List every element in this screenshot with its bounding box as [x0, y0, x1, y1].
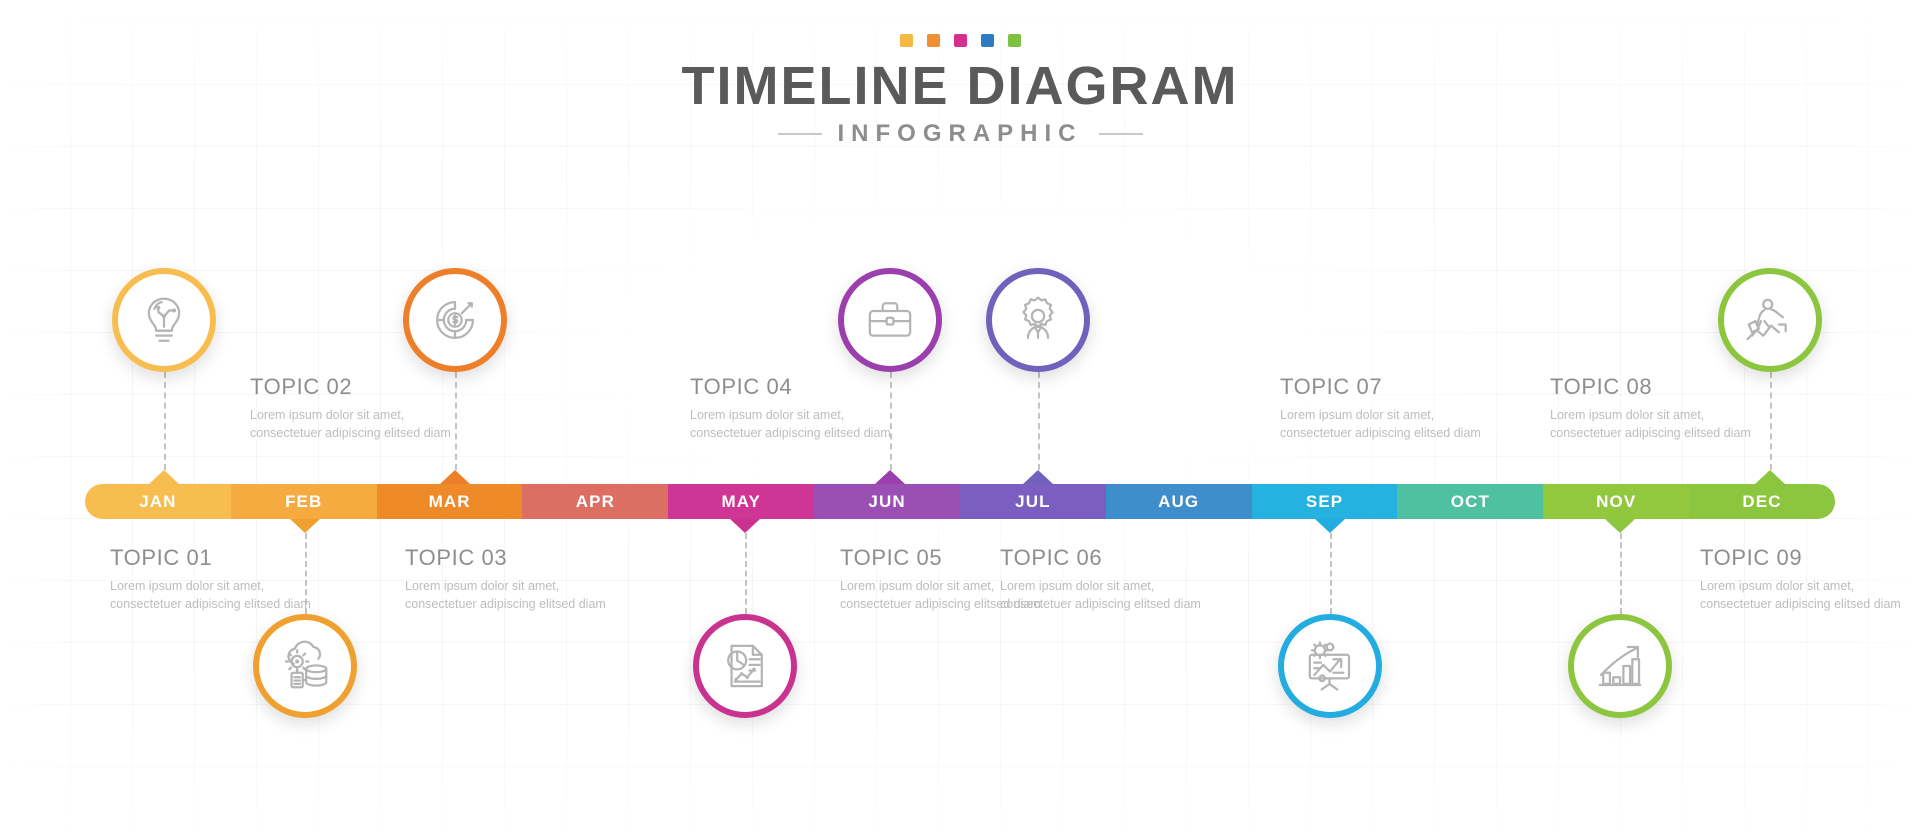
topic-description: Lorem ipsum dolor sit amet, consectetuer…: [250, 408, 451, 441]
topic-description: Lorem ipsum dolor sit amet, consectetuer…: [405, 579, 606, 612]
connector-dashed-line: [1330, 533, 1332, 614]
month-label: JUN: [868, 491, 906, 511]
topic-block-1: TOPIC 01 Lorem ipsum dolor sit amet, cons…: [110, 545, 325, 613]
connector-dashed-line: [1770, 372, 1772, 470]
topic-description: Lorem ipsum dolor sit amet, consectetuer…: [1280, 408, 1481, 441]
briefcase-icon: [862, 292, 918, 348]
page-title: TIMELINE DIAGRAM: [681, 56, 1239, 116]
timeline-node-circle-7[interactable]: [1278, 614, 1382, 718]
timeline-segment-jun[interactable]: JUN: [814, 484, 960, 519]
timeline-node-circle-3[interactable]: [403, 268, 507, 372]
topic-title: TOPIC 02: [250, 374, 353, 399]
timeline-segment-dec[interactable]: DEC: [1689, 484, 1835, 519]
topic-description: Lorem ipsum dolor sit amet, consectetuer…: [690, 408, 891, 441]
month-label: JUL: [1015, 491, 1051, 511]
topic-block-2: TOPIC 02 Lorem ipsum dolor sit amet, cons…: [250, 374, 465, 442]
topic-description: Lorem ipsum dolor sit amet, consectetuer…: [1000, 579, 1201, 612]
dot-orange: [926, 34, 940, 47]
month-label: MAR: [428, 491, 471, 511]
month-label: DEC: [1742, 491, 1782, 511]
connector-dashed-line: [1620, 533, 1622, 614]
topic-description: Lorem ipsum dolor sit amet, consectetuer…: [1700, 579, 1901, 612]
accent-dots: [0, 34, 1920, 47]
month-label: NOV: [1596, 491, 1637, 511]
timeline-bar: JAN FEB MAR APR MAY JUN JUL AUG SEP OCT NOV DEC: [85, 484, 1835, 519]
rule-right-decoration: [1098, 133, 1143, 136]
timeline-segment-feb[interactable]: FEB: [230, 484, 377, 519]
bar-arrow-up: [1023, 470, 1053, 484]
subtitle-row: INFOGRAPHIC: [0, 120, 1920, 148]
timeline-node-circle-9[interactable]: [1718, 268, 1822, 372]
bar-arrow-up: [875, 470, 905, 484]
topic-block-9: TOPIC 09 Lorem ipsum dolor sit amet, cons…: [1700, 545, 1915, 613]
timeline-segment-nov[interactable]: NOV: [1543, 484, 1690, 519]
report-chart-icon: [717, 638, 773, 694]
timeline-segment-aug[interactable]: AUG: [1105, 484, 1252, 519]
topic-block-6: TOPIC 06 Lorem ipsum dolor sit amet, cons…: [1000, 545, 1215, 613]
bar-arrow-up: [440, 470, 470, 484]
lightbulb-idea-icon: [136, 292, 192, 348]
bar-arrow-down: [730, 519, 760, 533]
month-label: SEP: [1305, 491, 1344, 511]
timeline-node-circle-1[interactable]: [112, 268, 216, 372]
money-target-icon: [427, 292, 483, 348]
month-label: JAN: [139, 491, 177, 511]
businessman-growth-icon: [1742, 292, 1798, 348]
topic-description: Lorem ipsum dolor sit amet, consectetuer…: [1550, 408, 1751, 441]
bar-arrow-down: [290, 519, 320, 533]
topic-title: TOPIC 08: [1550, 374, 1653, 399]
connector-dashed-line: [1038, 372, 1040, 470]
topic-title: TOPIC 07: [1280, 374, 1383, 399]
timeline-segment-jul[interactable]: JUL: [959, 484, 1106, 519]
bar-arrow-down: [1315, 519, 1345, 533]
topic-block-3: TOPIC 03 Lorem ipsum dolor sit amet, cons…: [405, 545, 620, 613]
page-subtitle: INFOGRAPHIC: [837, 120, 1083, 148]
dot-yellow: [899, 34, 913, 47]
timeline-segment-sep[interactable]: SEP: [1251, 484, 1398, 519]
timeline-node-circle-5[interactable]: [838, 268, 942, 372]
topic-block-7: TOPIC 07 Lorem ipsum dolor sit amet, cons…: [1280, 374, 1495, 442]
bar-arrow-up: [149, 470, 179, 484]
topic-title: TOPIC 04: [690, 374, 793, 399]
timeline-node-circle-6[interactable]: [986, 268, 1090, 372]
topic-title: TOPIC 01: [110, 545, 213, 570]
timeline-node-circle-2[interactable]: [253, 614, 357, 718]
topic-title: TOPIC 03: [405, 545, 508, 570]
dot-blue: [980, 34, 994, 47]
topic-title: TOPIC 06: [1000, 545, 1103, 570]
connector-dashed-line: [745, 533, 747, 614]
header: TIMELINE DIAGRAM INFOGRAPHIC: [0, 34, 1920, 148]
topic-block-8: TOPIC 08 Lorem ipsum dolor sit amet, cons…: [1550, 374, 1765, 442]
cloud-database-icon: [277, 638, 333, 694]
bar-chart-growth-icon: [1592, 638, 1648, 694]
month-label: MAY: [721, 491, 761, 511]
timeline-segment-mar[interactable]: MAR: [376, 484, 523, 519]
topic-block-4: TOPIC 04 Lorem ipsum dolor sit amet, cons…: [690, 374, 905, 442]
bar-arrow-up: [1755, 470, 1785, 484]
timeline-segment-may[interactable]: MAY: [668, 484, 815, 519]
rule-left-decoration: [777, 133, 822, 136]
month-label: APR: [575, 491, 615, 511]
infographic-canvas: TIMELINE DIAGRAM INFOGRAPHIC JAN FEB MAR AP…: [0, 0, 1920, 840]
month-label: AUG: [1158, 491, 1200, 511]
timeline-segment-oct[interactable]: OCT: [1397, 484, 1544, 519]
connector-dashed-line: [164, 372, 166, 470]
presentation-growth-icon: [1302, 638, 1358, 694]
month-label: OCT: [1450, 491, 1490, 511]
timeline-node-circle-8[interactable]: [1568, 614, 1672, 718]
person-gear-icon: [1010, 292, 1066, 348]
bar-arrow-down: [1605, 519, 1635, 533]
topic-description: Lorem ipsum dolor sit amet, consectetuer…: [110, 579, 311, 612]
month-label: FEB: [285, 491, 323, 511]
timeline-segment-apr[interactable]: APR: [522, 484, 669, 519]
timeline-node-circle-4[interactable]: [693, 614, 797, 718]
dot-magenta: [953, 34, 967, 47]
topic-title: TOPIC 09: [1700, 545, 1803, 570]
dot-green: [1007, 34, 1021, 47]
timeline-segment-jan[interactable]: JAN: [85, 484, 231, 519]
